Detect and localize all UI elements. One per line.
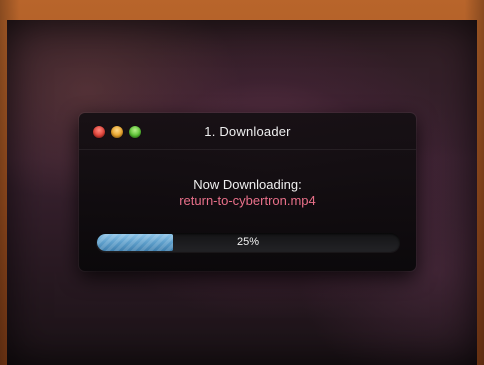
download-progress-bar: 25% bbox=[96, 233, 400, 252]
window-title: 1. Downloader bbox=[204, 124, 291, 139]
downloader-window: 1. Downloader Now Downloading: return-to… bbox=[79, 113, 416, 271]
window-titlebar[interactable]: 1. Downloader bbox=[79, 113, 416, 150]
progress-percent-label: 25% bbox=[236, 236, 260, 248]
download-heading: Now Downloading: bbox=[193, 177, 302, 192]
wooden-frame: 1. Downloader Now Downloading: return-to… bbox=[0, 0, 484, 365]
download-filename: return-to-cybertron.mp4 bbox=[179, 193, 316, 208]
